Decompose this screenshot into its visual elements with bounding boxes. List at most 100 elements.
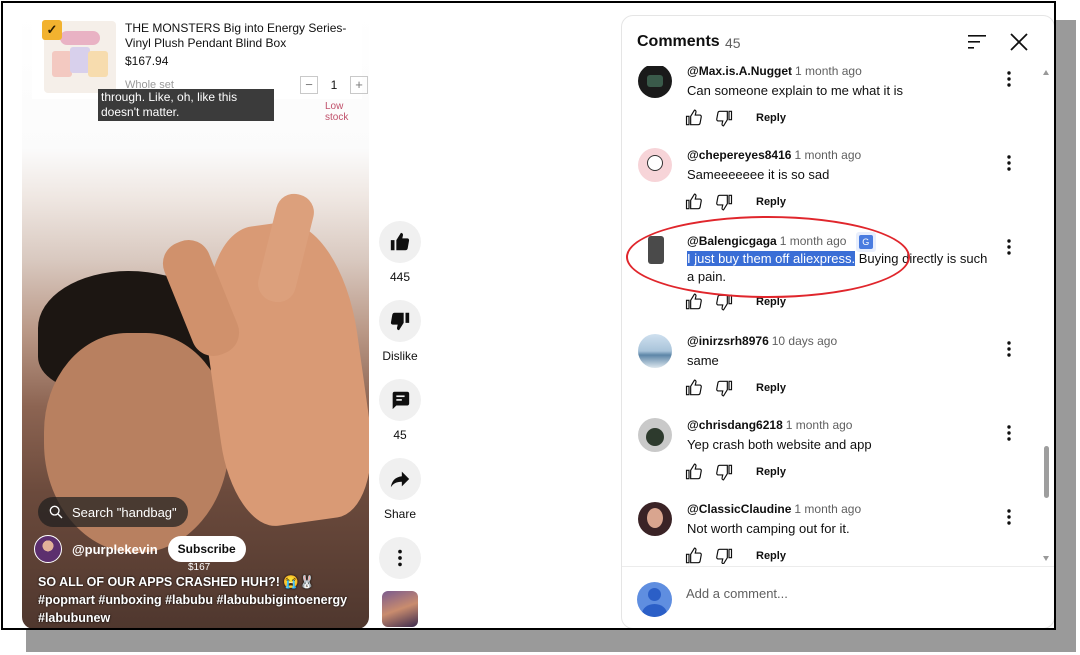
comment-actions: Reply [684,462,786,482]
comments-count: 45 [725,35,741,51]
comment-time[interactable]: 1 month ago [786,418,853,432]
translate-icon[interactable]: G [855,232,876,252]
comment-time[interactable]: 10 days ago [772,334,837,348]
more-vert-icon[interactable] [1002,424,1016,442]
thumbs-up-icon[interactable] [684,192,704,212]
reply-button[interactable]: Reply [756,296,786,308]
comment-time[interactable]: 1 month ago [795,66,862,78]
thumbs-down-icon[interactable] [714,108,734,128]
thumbs-up-icon[interactable] [684,292,704,312]
comment-author[interactable]: @inirzsrh8976 [687,334,769,348]
translate-glyph: G [858,235,873,249]
comment-text: same [687,353,719,368]
more-vert-icon[interactable] [1002,154,1016,172]
comment-text: Not worth camping out for it. [687,521,850,536]
reply-button[interactable]: Reply [756,112,786,124]
thumbs-down-icon[interactable] [714,546,734,564]
scroll-down-arrow[interactable] [1043,556,1049,561]
reply-button[interactable]: Reply [756,550,786,562]
selected-text: I just buy them off aliexpress. [687,251,856,266]
search-suggestion-chip[interactable]: Search "handbag" [38,497,188,527]
comment-author[interactable]: @Balengicgaga [687,234,777,248]
more-action [375,537,425,579]
comment-header: @inirzsrh8976 10 days ago [687,334,837,348]
comment-author[interactable]: @ClassicClaudine [687,502,791,516]
product-title[interactable]: THE MONSTERS Big into Energy Series-Viny… [125,21,360,51]
reply-button[interactable]: Reply [756,196,786,208]
next-video-thumbnail[interactable] [382,591,418,627]
comment-time[interactable]: 1 month ago [794,502,861,516]
dislike-button[interactable] [379,300,421,342]
comment-actions: Reply [684,192,786,212]
like-button[interactable] [379,221,421,263]
comments-panel: Comments 45 @Max.is.A.Nugget 1 month ago … [621,15,1054,628]
comments-button[interactable] [379,379,421,421]
comment-author[interactable]: @chepereyes8416 [687,148,791,162]
share-icon [390,471,410,488]
shorts-video[interactable]: ✓ THE MONSTERS Big into Energy Series-Vi… [22,13,369,628]
sort-icon[interactable] [967,33,987,51]
more-vert-icon[interactable] [1002,238,1016,256]
quantity-decrease-button[interactable]: − [300,76,318,94]
dislike-action: Dislike [375,300,425,363]
reply-button[interactable]: Reply [756,382,786,394]
comment-time[interactable]: 1 month ago [794,148,861,162]
thumbs-up-icon[interactable] [684,378,704,398]
comment-item: @Max.is.A.Nugget 1 month ago Can someone … [622,66,1042,148]
thumbs-down-icon[interactable] [714,292,734,312]
thumbs-down-icon[interactable] [714,378,734,398]
more-vert-icon [398,549,402,567]
comments-list[interactable]: @Max.is.A.Nugget 1 month ago Can someone … [622,66,1054,564]
comment-header: @Max.is.A.Nugget 1 month ago [687,66,862,78]
more-vert-icon[interactable] [1002,340,1016,358]
subscribe-button[interactable]: Subscribe [167,536,246,562]
comment-author[interactable]: @Max.is.A.Nugget [687,66,792,78]
scroll-up-arrow[interactable] [1043,70,1049,75]
comment-avatar[interactable] [638,502,672,536]
add-comment-input[interactable] [686,583,1026,603]
comments-action: 45 [375,379,425,442]
quantity-increase-button[interactable]: + [350,76,368,94]
channel-row: @purplekevin Subscribe [34,535,246,563]
comment-header: @Balengicgaga 1 month ago G [687,232,876,252]
thumbs-down-icon [390,312,410,331]
thumbs-down-icon[interactable] [714,462,734,482]
thumbs-up-icon[interactable] [684,546,704,564]
more-options-button[interactable] [379,537,421,579]
product-card[interactable]: ✓ THE MONSTERS Big into Energy Series-Vi… [32,17,368,123]
comment-text: I just buy them off aliexpress. Buying d… [687,250,997,286]
comment-actions: Reply [684,292,786,312]
comment-item: @chrisdang6218 1 month ago Yep crash both… [622,418,1042,502]
comment-avatar[interactable] [638,418,672,452]
comment-icon [392,391,410,410]
search-icon [49,505,63,519]
comment-text: Yep crash both website and app [687,437,872,452]
thumbs-up-icon [390,232,410,251]
comments-scrollbar[interactable] [1041,66,1051,564]
comment-avatar[interactable] [638,334,672,368]
more-vert-icon[interactable] [1002,70,1016,88]
comment-avatar[interactable] [638,66,672,98]
comment-header: @chepereyes8416 1 month ago [687,148,861,162]
comment-avatar[interactable] [638,148,672,182]
channel-handle[interactable]: @purplekevin [72,542,158,557]
share-button[interactable] [379,458,421,500]
more-vert-icon[interactable] [1002,508,1016,526]
comment-item: @ClassicClaudine 1 month ago Not worth ca… [622,502,1042,564]
product-selected-checkbox[interactable]: ✓ [42,20,62,40]
stock-status: Low stock [325,101,349,123]
comment-avatar[interactable] [638,232,672,266]
dislike-label: Dislike [382,349,418,363]
close-icon[interactable] [1009,32,1029,52]
reply-button[interactable]: Reply [756,466,786,478]
thumbs-up-icon[interactable] [684,108,704,128]
quantity-stepper: − 1 + [300,75,368,95]
comment-author[interactable]: @chrisdang6218 [687,418,783,432]
channel-avatar[interactable] [34,535,62,563]
comment-time[interactable]: 1 month ago [780,234,847,248]
thumbs-up-icon[interactable] [684,462,704,482]
video-description[interactable]: SO ALL OF OUR APPS CRASHED HUH?! 😭🐰 #pop… [38,573,368,627]
comment-actions: Reply [684,546,786,564]
thumbs-down-icon[interactable] [714,192,734,212]
scroll-thumb[interactable] [1044,446,1049,498]
